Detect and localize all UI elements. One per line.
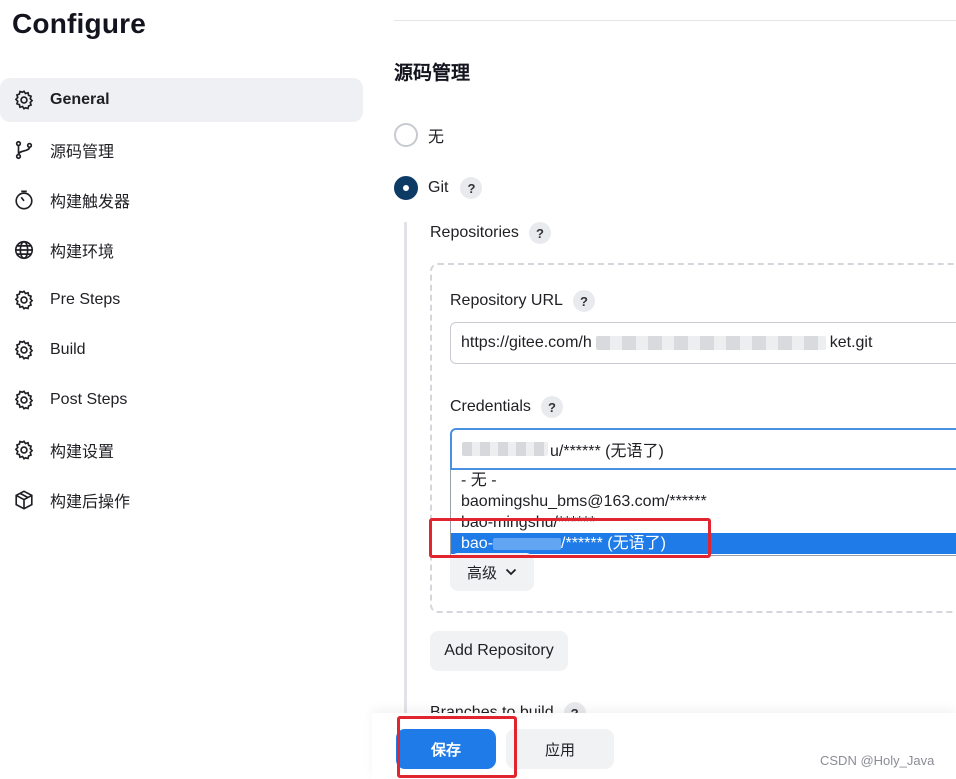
redacted-text — [462, 442, 548, 456]
timer-icon — [12, 188, 36, 212]
help-icon[interactable]: ? — [528, 222, 551, 244]
repository-url-label: Repository URL ? — [450, 290, 595, 312]
save-button[interactable]: 保存 — [396, 729, 496, 769]
chevron-down-icon — [505, 568, 517, 576]
radio-none[interactable]: 无 — [394, 123, 444, 147]
option-text-suffix: /****** (无语了) — [561, 535, 666, 552]
dropdown-option[interactable]: - 无 - — [451, 470, 956, 491]
sidebar-item-label: 构建环境 — [50, 244, 115, 261]
sidebar-item-label: 源码管理 — [50, 144, 115, 161]
redacted-text — [595, 336, 826, 350]
sidebar-item-post-steps[interactable]: Post Steps — [0, 378, 365, 422]
bottom-action-bar: 保存 应用 — [372, 713, 956, 779]
sidebar-item-general[interactable]: General — [0, 78, 363, 122]
package-icon — [12, 488, 36, 512]
gear-icon — [12, 338, 36, 362]
sidebar-item-scm[interactable]: 源码管理 — [0, 128, 365, 172]
sidebar-item-pre-steps[interactable]: Pre Steps — [0, 278, 365, 322]
help-icon[interactable]: ? — [540, 396, 563, 418]
sidebar-item-build-settings[interactable]: 构建设置 — [0, 428, 365, 472]
branch-icon — [12, 138, 36, 162]
sidebar-item-build[interactable]: Build — [0, 328, 365, 372]
dropdown-option[interactable]: bao-mingshu/****** — [451, 512, 956, 533]
repositories-label: Repositories ? — [430, 222, 551, 244]
divider — [394, 20, 956, 21]
redacted-text — [493, 537, 562, 550]
radio-git[interactable]: Git ? — [394, 176, 483, 200]
gear-icon — [12, 438, 36, 462]
repository-url-value-suffix: ket.git — [829, 334, 873, 351]
advanced-button[interactable]: 高级 — [450, 553, 534, 591]
main-content: 源码管理 无 Git ? Repositories ? Repository U… — [372, 0, 956, 779]
repository-url-value-prefix: https://gitee.com/h — [461, 334, 592, 351]
sidebar-item-label: General — [50, 91, 110, 108]
help-icon[interactable]: ? — [460, 177, 483, 199]
globe-icon — [12, 238, 36, 262]
option-text-prefix: bao- — [461, 535, 494, 552]
sidebar-item-post-build-actions[interactable]: 构建后操作 — [0, 478, 365, 522]
repositories-label-text: Repositories — [430, 224, 519, 241]
credentials-dropdown: - 无 - baomingshu_bms@163.com/****** bao-… — [450, 470, 956, 556]
sidebar-item-label: Build — [50, 341, 86, 358]
sidebar-item-label: Post Steps — [50, 391, 128, 408]
radio-label: Git — [428, 179, 449, 196]
sidebar: General 源码管理 构建触发器 构建环境 Pre Steps Build — [0, 78, 365, 528]
watermark: CSDN @Holy_Java — [820, 753, 935, 768]
sidebar-item-label: 构建后操作 — [50, 494, 131, 511]
credentials-select[interactable]: u/****** (无语了) — [450, 428, 956, 470]
sidebar-item-label: 构建触发器 — [50, 194, 131, 211]
radio-button-checked[interactable] — [394, 176, 418, 200]
page-title: Configure — [12, 8, 147, 39]
repository-url-input[interactable]: https://gitee.com/h ket.git — [450, 322, 956, 364]
add-repository-button[interactable]: Add Repository — [430, 631, 568, 671]
credentials-label: Credentials ? — [450, 396, 563, 418]
radio-label: 无 — [428, 129, 445, 146]
section-title: 源码管理 — [394, 63, 471, 84]
sidebar-item-build-triggers[interactable]: 构建触发器 — [0, 178, 365, 222]
dropdown-option-selected[interactable]: bao- /****** (无语了) — [451, 533, 956, 554]
sidebar-item-label: Pre Steps — [50, 291, 121, 308]
credentials-selected-value: u/****** (无语了) — [550, 443, 664, 460]
help-icon[interactable]: ? — [572, 290, 595, 312]
git-section-rail — [404, 222, 407, 717]
credentials-label-text: Credentials — [450, 398, 531, 415]
radio-button[interactable] — [394, 123, 418, 147]
gear-icon — [12, 88, 36, 112]
repository-url-label-text: Repository URL — [450, 292, 563, 309]
sidebar-item-build-environment[interactable]: 构建环境 — [0, 228, 365, 272]
sidebar-item-label: 构建设置 — [50, 444, 115, 461]
gear-icon — [12, 388, 36, 412]
apply-button[interactable]: 应用 — [506, 729, 614, 769]
advanced-button-label: 高级 — [466, 564, 497, 582]
gear-icon — [12, 288, 36, 312]
dropdown-option[interactable]: baomingshu_bms@163.com/****** — [451, 491, 956, 512]
